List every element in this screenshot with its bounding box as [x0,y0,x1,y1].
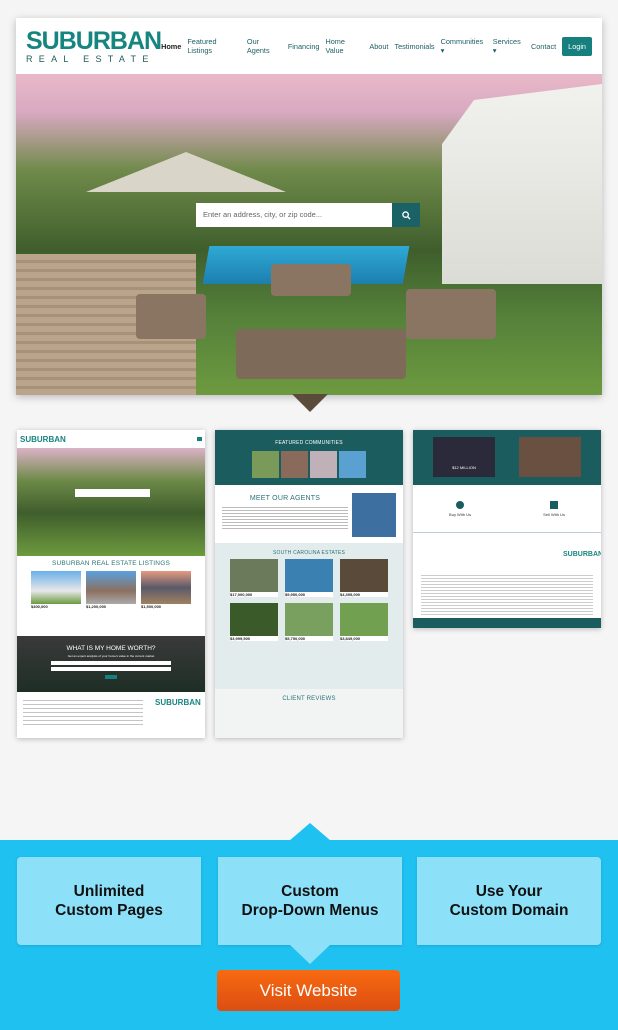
site-header: SUBURBAN REAL ESTATE Home Featured Listi… [16,18,602,74]
address-search: Enter an address, city, or zip code... [196,203,420,227]
agents-photo [352,493,396,537]
reviews-section: CLIENT REVIEWS [215,689,403,738]
hero-image: Enter an address, city, or zip code... [16,74,602,395]
agents-text [222,507,348,531]
thumb-header: SUBURBAN [17,430,205,448]
nav-testimonials[interactable]: Testimonials [394,42,434,51]
nav-financing[interactable]: Financing [288,42,320,51]
nav-communities[interactable]: Communities ▾ [441,37,487,55]
sign-icon [550,500,559,509]
listing-card[interactable]: $1,200,000 [86,571,136,609]
nav-about[interactable]: About [369,42,388,51]
nav-services[interactable]: Services ▾ [493,37,525,55]
home-worth-section: WHAT IS MY HOME WORTH? Get an expert ana… [17,636,205,692]
estate-card[interactable]: $9,950,000 [285,559,333,597]
feature-custom-pages: Unlimited Custom Pages [17,857,201,945]
sofa [271,264,351,296]
community-tile[interactable] [281,451,308,478]
footer-logo: SUBURBAN [155,698,201,707]
search-icon [401,210,411,220]
estate-card[interactable]: $4,395,000 [340,559,388,597]
video-thumbnail[interactable] [519,437,581,477]
footer-section: SUBURBAN [413,532,601,618]
city-field[interactable] [51,667,171,671]
umbrella-illustration [86,152,286,192]
band-pointer [289,823,331,841]
sofa [136,294,206,339]
search-button[interactable] [392,203,420,227]
website-thumbnail-communities[interactable]: FEATURED COMMUNITIES MEET OUR AGENTS SOU… [215,430,403,738]
videos-section: $12 MILLION [413,430,601,485]
home-icon [456,500,465,509]
community-tile[interactable] [339,451,366,478]
thumb-hero [17,448,205,556]
community-tile[interactable] [310,451,337,478]
disclaimer-text [421,575,593,615]
estates-section: SOUTH CAROLINA ESTATES $17,000,000 $9,95… [215,543,403,689]
about-text [23,700,143,726]
pointer-arrow [292,394,328,412]
house-illustration [442,84,602,284]
search-input[interactable]: Enter an address, city, or zip code... [196,203,392,227]
footer-bar [413,618,601,628]
website-thumbnail-home[interactable]: SUBURBAN SUBURBAN REAL ESTATE LISTINGS $… [17,430,205,738]
website-screenshot-home: SUBURBAN REAL ESTATE Home Featured Listi… [16,18,602,395]
estate-card[interactable]: $5,750,000 [285,603,333,641]
login-button[interactable]: Login [562,36,592,56]
listing-carousel: $400,000 $1,200,000 $1,500,000 [17,567,205,609]
feature-custom-domain: Use Your Custom Domain [417,857,601,945]
feature-dropdown-menus: Custom Drop-Down Menus [218,857,402,945]
address-field[interactable] [51,661,171,665]
listing-card[interactable]: $400,000 [31,571,81,609]
nav-featured-listings[interactable]: Featured Listings [187,37,241,55]
submit-button[interactable] [105,675,117,679]
agents-section: MEET OUR AGENTS [215,485,403,543]
nav-our-agents[interactable]: Our Agents [247,37,282,55]
website-thumbnail-footer[interactable]: $12 MILLION Buy With Us Sell With Us SUB… [413,430,601,628]
sofa [236,329,406,379]
site-logo[interactable]: SUBURBAN REAL ESTATE [26,28,162,64]
featured-communities-section: FEATURED COMMUNITIES [215,430,403,485]
nav-home[interactable]: Home [161,42,181,51]
main-nav: Home Featured Listings Our Agents Financ… [161,36,592,56]
community-tile[interactable] [252,451,279,478]
listings-title: SUBURBAN REAL ESTATE LISTINGS [51,560,170,567]
nav-home-value[interactable]: Home Value [325,37,363,55]
login-button [197,437,202,441]
video-thumbnail[interactable]: $12 MILLION [433,437,495,477]
visit-website-button[interactable]: Visit Website [217,970,400,1011]
search-input [75,489,150,497]
buy-sell-section: Buy With Us Sell With Us [413,485,601,532]
estate-card[interactable]: $3,999,500 [230,603,278,641]
sofa [406,289,496,339]
estate-card[interactable]: $3,849,000 [340,603,388,641]
estate-card[interactable]: $17,000,000 [230,559,278,597]
listing-card[interactable]: $1,500,000 [141,571,191,609]
nav-contact[interactable]: Contact [531,42,556,51]
